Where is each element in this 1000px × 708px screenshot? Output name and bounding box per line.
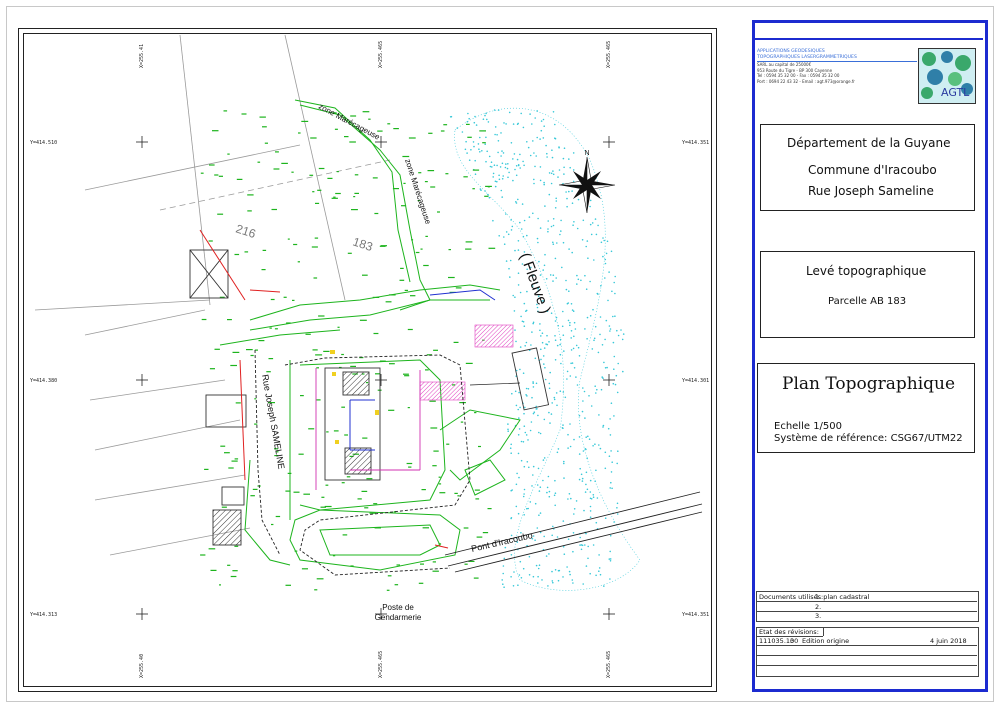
coord-x-top-3: X=255.465 <box>606 40 612 68</box>
parcel-216-label: 216 <box>234 222 258 242</box>
revision-version: 00 <box>790 637 799 645</box>
coord-y-bot-left: Y=414.313 <box>30 612 58 618</box>
documents-row-rule-1 <box>757 601 977 602</box>
company-info: APPLICATIONS GEODESIQUES TOPOGRAPHIQUES … <box>757 49 917 84</box>
magenta-zone-2 <box>419 381 466 401</box>
coord-x-bot-1: X=255.40 <box>139 653 145 678</box>
gendarmerie-label: Gendarmerie <box>375 613 422 622</box>
yellow-marks <box>330 350 379 444</box>
river-dots <box>449 109 625 588</box>
documents-label: Documents utilisés: <box>759 593 824 601</box>
logo-text: AGTL <box>941 86 970 99</box>
fleuve-label: ( Fleuve ) <box>516 251 554 316</box>
revisions-row-rule-3 <box>757 665 977 666</box>
coord-y-mid-right: Y=414.301 <box>682 378 710 384</box>
pont-label: Pont d'Iracoubo <box>470 530 533 554</box>
dock <box>469 382 521 386</box>
title-block-top-rule <box>753 38 983 40</box>
revision-date: 4 juin 2018 <box>930 637 967 645</box>
revisions-header-divider <box>823 627 824 636</box>
coord-y-bot-right: Y=414.351 <box>682 612 710 618</box>
location-street: Rue Joseph Sameline <box>808 184 934 198</box>
coord-x-top-2: X=255.465 <box>378 40 384 68</box>
buildings <box>189 249 550 546</box>
river-area <box>454 107 641 591</box>
revisions-row-rule-1 <box>757 645 977 646</box>
location-department: Département de la Guyane <box>787 136 951 150</box>
spot-heights <box>200 110 496 591</box>
revisions-label: Etat des révisions: <box>759 628 819 636</box>
blue-network <box>349 289 496 451</box>
revision-ref: 111035.13 <box>759 637 795 645</box>
coord-y-top-right: Y=414.351 <box>682 140 710 146</box>
revision-edition: Edition origine <box>802 637 850 645</box>
north-arrow <box>558 156 616 214</box>
survey-parcel: Parcelle AB 183 <box>828 296 907 307</box>
parcel-183-label: 183 <box>351 235 375 255</box>
revisions-row-rule-2 <box>757 655 977 656</box>
documents-item-2: 2. <box>815 603 822 611</box>
location-commune: Commune d'Iracoubo <box>808 163 937 177</box>
rue-label: Rue Joseph SAMELINE <box>260 374 287 470</box>
north-label: N <box>584 150 589 157</box>
plan-reference: Système de référence: CSG67/UTM22 <box>774 433 963 444</box>
magenta-zone-1 <box>474 324 514 348</box>
plan-title: Plan Topographique <box>782 374 956 394</box>
poste-label: Poste de <box>382 603 414 612</box>
coord-x-top-1: X=255.41 <box>139 43 145 68</box>
plan-scale: Echelle 1/500 <box>774 421 843 432</box>
zone-marecageuse-label-1: zone Marécageuse <box>317 102 382 142</box>
red-features <box>199 229 449 549</box>
coord-y-mid-left: Y=414.380 <box>30 378 58 384</box>
documents-row-rule-2 <box>757 611 977 612</box>
coord-y-top-left: Y=414.510 <box>30 140 58 146</box>
documents-item-1: 1. plan cadastral <box>815 593 870 601</box>
company-contact: Port : 0694 22 43 32 - Email : agt.973@o… <box>757 78 855 84</box>
coord-x-bot-2: X=255.465 <box>378 650 384 678</box>
coord-x-bot-3: X=255.465 <box>606 650 612 678</box>
documents-item-3: 3. <box>815 612 822 620</box>
survey-type: Levé topographique <box>806 264 927 278</box>
company-name-2: TOPOGRAPHIQUES LASERGRAMMETRIQUES <box>757 55 917 62</box>
